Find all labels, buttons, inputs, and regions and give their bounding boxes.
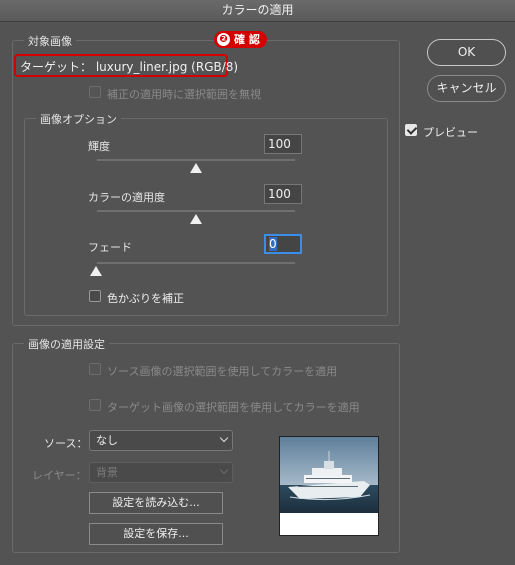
layer-select-value: 背景 [96, 466, 118, 479]
layer-label: レイヤー： [32, 469, 87, 482]
ignore-selection-checkbox[interactable] [89, 86, 101, 98]
source-select-value: なし [96, 434, 118, 447]
window-title: カラーの適用 [0, 0, 515, 22]
luminance-label: 輝度 [88, 140, 110, 153]
chevron-down-icon [219, 433, 229, 443]
fade-label: フェード [88, 241, 132, 254]
color-intensity-value: 100 [268, 187, 291, 201]
color-intensity-input[interactable]: 100 [264, 184, 302, 204]
fade-value: 0 [269, 237, 277, 251]
load-statistics-button[interactable]: 設定を読み込む... [89, 492, 223, 514]
source-select[interactable]: なし [89, 430, 233, 451]
neutralize-checkbox[interactable] [89, 290, 101, 302]
image-options-legend: 画像オプション [36, 111, 121, 127]
cancel-button[interactable]: キャンセル [427, 75, 506, 102]
fade-slider-thumb[interactable] [90, 266, 102, 276]
use-source-selection-checkbox[interactable] [89, 363, 101, 375]
luminance-slider-thumb[interactable] [190, 163, 202, 173]
layer-select[interactable]: 背景 [89, 462, 233, 483]
source-thumbnail [279, 436, 379, 536]
target-file-label: ターゲット： luxury_liner.jpg (RGB/8) [20, 60, 239, 74]
color-intensity-slider-track[interactable] [97, 210, 295, 212]
luminance-slider-track[interactable] [97, 159, 295, 161]
save-statistics-button[interactable]: 設定を保存... [89, 523, 223, 545]
neutralize-label: 色かぶりを補正 [107, 292, 184, 305]
source-label: ソース： [44, 437, 88, 450]
use-source-selection-label: ソース画像の選択範囲を使用してカラーを適用 [107, 365, 338, 378]
image-statistics-legend: 画像の適用設定 [24, 336, 109, 352]
luminance-value: 100 [268, 137, 291, 151]
annotation-text: 確 認 [234, 33, 260, 46]
fade-input[interactable]: 0 [264, 234, 302, 254]
use-target-selection-checkbox[interactable] [89, 399, 101, 411]
luminance-input[interactable]: 100 [264, 134, 302, 154]
color-intensity-label: カラーの適用度 [88, 191, 165, 204]
match-color-dialog: カラーの適用 対象画像 ターゲット： luxury_liner.jpg (RGB… [0, 0, 515, 565]
image-options-group [24, 118, 388, 316]
ok-button[interactable]: OK [427, 39, 506, 66]
fade-slider-track[interactable] [97, 262, 295, 264]
confirm-annotation: ❷ 確 認 [214, 31, 267, 48]
ship-thumbnail-image [280, 437, 378, 535]
ignore-selection-label: 補正の適用時に選択範囲を無視 [107, 88, 261, 101]
use-target-selection-label: ターゲット画像の選択範囲を使用してカラーを適用 [107, 401, 360, 414]
preview-checkbox[interactable] [405, 124, 417, 136]
color-intensity-slider-thumb[interactable] [190, 214, 202, 224]
annotation-number: ❷ [217, 33, 230, 46]
preview-label: プレビュー [423, 126, 478, 139]
target-image-legend: 対象画像 [24, 33, 76, 49]
chevron-down-icon [219, 465, 229, 475]
